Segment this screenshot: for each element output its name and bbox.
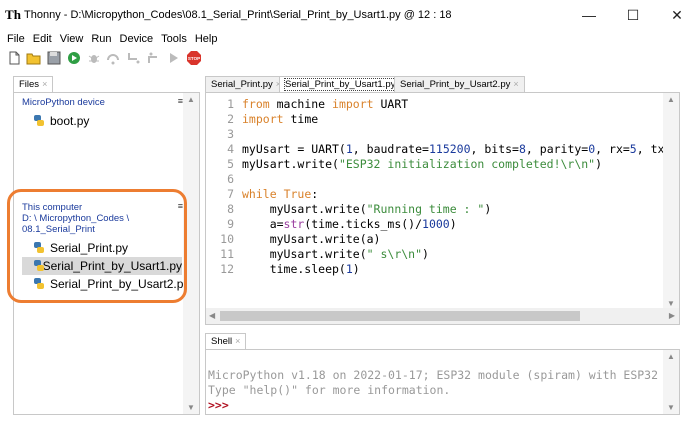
scroll-up-icon[interactable]: ▲ [667,95,675,104]
code-line: myUsart.write(" s\r\n") [242,247,429,261]
editor-vertical-scrollbar[interactable]: ▲ ▼ [663,93,679,310]
line-number: 2 [227,112,234,126]
tab-serial-print[interactable]: Serial_Print.py× [205,76,288,92]
menu-bar: File Edit View Run Device Tools Help [0,30,699,47]
tab-shell-label: Shell [211,336,233,347]
minimize-button[interactable]: — [567,0,611,30]
device-file-boot[interactable]: boot.py [22,112,89,130]
scroll-down-icon[interactable]: ▼ [187,403,195,412]
line-number: 1 [227,97,234,111]
open-file-icon[interactable] [26,50,42,66]
tab-files[interactable]: Files × [13,76,54,92]
code-line: from machine import UART [242,97,409,111]
scroll-left-icon[interactable]: ◀ [209,311,215,320]
close-tab-icon[interactable]: × [42,79,47,89]
line-number: 8 [227,202,234,216]
editor-tabbar: Serial_Print.py× Serial_Print_by_Usart1.… [205,76,680,92]
shell-output-line: Type "help()" for more information. [208,383,451,397]
code-line: myUsart.write("Running time : ") [242,202,492,216]
scroll-right-icon[interactable]: ▶ [669,311,675,320]
tab-shell[interactable]: Shell × [205,333,247,349]
code-line: import time [242,112,319,126]
line-number: 10 [220,232,234,246]
title-bar: Th Thonny - D:\Micropython_Codes\08.1_Se… [0,0,699,30]
tab-label: Serial_Print.py [211,79,273,90]
new-file-icon[interactable] [6,50,22,66]
code-line: time.sleep(1) [242,262,360,276]
file-name: boot.py [50,114,90,128]
line-number: 9 [227,217,234,231]
line-number: 4 [227,142,234,156]
line-number-gutter: 1 2 3 4 5 6 7 8 9 10 11 12 [206,93,238,310]
menu-run[interactable]: Run [87,33,115,45]
device-heading: MicroPython device [22,97,105,108]
tab-label: Serial_Print_by_Usart1.py [283,78,397,91]
scrollbar-thumb[interactable] [220,311,580,321]
save-icon[interactable] [46,50,62,66]
menu-help[interactable]: Help [191,33,222,45]
scroll-down-icon[interactable]: ▼ [667,403,675,412]
code-editor[interactable]: 1 2 3 4 5 6 7 8 9 10 11 12 from machine … [205,92,680,325]
tab-serial-print-usart2[interactable]: Serial_Print_by_Usart2.py × [394,76,525,92]
shell-prompt[interactable]: >>> [208,398,229,412]
menu-tools[interactable]: Tools [157,33,191,45]
maximize-button[interactable]: ☐ [611,0,655,30]
shell-output-line: MicroPython v1.18 on 2022-01-17; ESP32 m… [208,368,659,382]
editor-horizontal-scrollbar[interactable]: ◀ ▶ [206,308,679,324]
tab-files-label: Files [19,79,40,90]
files-tabbar: Files × [13,76,200,92]
shell-tabbar: Shell × [205,333,680,349]
step-over-icon[interactable] [106,50,122,66]
line-number: 5 [227,157,234,171]
scroll-up-icon[interactable]: ▲ [187,95,195,104]
toolbar: STOP [0,48,699,68]
line-number: 12 [220,262,234,276]
step-out-icon[interactable] [146,50,162,66]
scroll-down-icon[interactable]: ▼ [667,299,675,308]
scroll-up-icon[interactable]: ▲ [667,352,675,361]
window-title: Thonny - D:\Micropython_Codes\08.1_Seria… [24,9,452,21]
menu-view[interactable]: View [56,33,88,45]
shell-scrollbar[interactable]: ▲ ▼ [663,350,679,414]
resume-icon[interactable] [166,50,182,66]
code-line: myUsart.write("ESP32 initialization comp… [242,157,603,171]
code-line: myUsart = UART(1, baudrate=115200, bits=… [242,142,679,156]
close-tab-icon[interactable]: × [235,336,240,346]
window-controls: — ☐ ✕ [567,0,699,30]
thonny-logo-icon: Th [5,7,21,22]
line-number: 3 [227,127,234,141]
debug-icon[interactable] [86,50,102,66]
stop-icon[interactable]: STOP [186,50,202,66]
close-tab-icon[interactable]: × [513,79,518,89]
tab-label: Serial_Print_by_Usart2.py [400,79,511,90]
line-number: 6 [227,172,234,186]
highlight-annotation [7,189,187,303]
line-number: 11 [220,247,234,261]
menu-file[interactable]: File [3,33,29,45]
tab-serial-print-usart1[interactable]: Serial_Print_by_Usart1.py× [279,76,410,92]
menu-device[interactable]: Device [116,33,158,45]
run-icon[interactable] [66,50,82,66]
code-line: while True: [242,187,319,201]
stop-label: STOP [188,56,200,61]
code-line: myUsart.write(a) [242,232,381,246]
shell-panel[interactable]: MicroPython v1.18 on 2022-01-17; ESP32 m… [205,349,680,415]
line-number: 7 [227,187,234,201]
menu-edit[interactable]: Edit [29,33,56,45]
close-button[interactable]: ✕ [655,0,699,30]
step-into-icon[interactable] [126,50,142,66]
python-file-icon [32,114,46,128]
code-line: a=str(time.ticks_ms()/1000) [242,217,457,231]
